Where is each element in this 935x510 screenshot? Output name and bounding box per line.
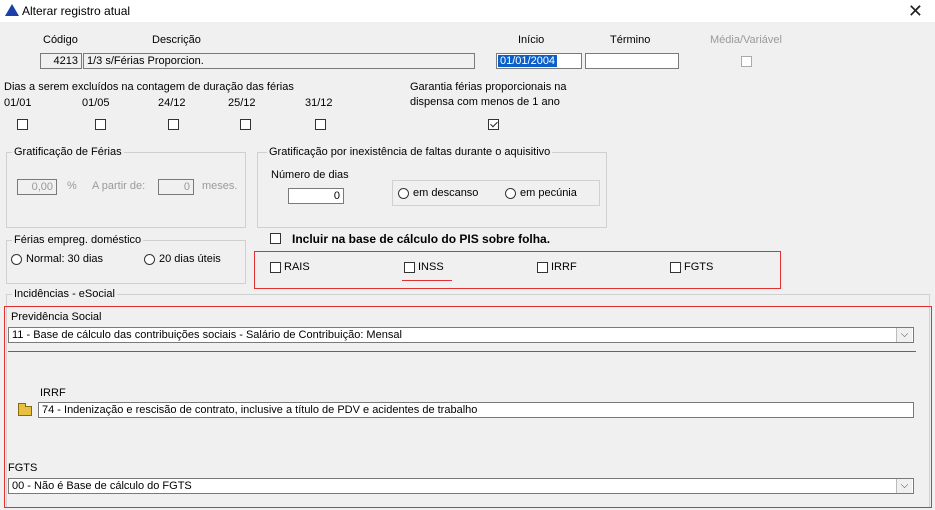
radio-20-dias-uteis-label[interactable]: 20 dias úteis [159,253,221,265]
checkbox-3112[interactable] [315,119,326,130]
irrf-esocial-field[interactable]: 74 - Indenização e rescisão de contrato,… [38,402,914,418]
descricao-label: Descrição [152,34,201,46]
radio-em-pecunia[interactable] [505,188,516,199]
inss-underline [402,280,452,281]
radio-20-dias-uteis[interactable] [144,254,155,265]
inicio-value: 01/01/2004 [498,55,558,67]
date-label-0101: 01/01 [4,97,32,109]
garantia-checkbox[interactable] [488,119,499,130]
date-label-2512: 25/12 [228,97,256,109]
previdencia-value: 11 - Base de cálculo das contribuições s… [12,329,402,341]
previdencia-underline [8,351,916,352]
date-label-3112: 31/12 [305,97,333,109]
irrf-checkbox[interactable] [537,262,548,273]
radio-normal-30-dias-label[interactable]: Normal: 30 dias [26,253,103,265]
rais-checkbox[interactable] [270,262,281,273]
app-icon [5,4,19,16]
fgts-esocial-value: 00 - Não é Base de cálculo do FGTS [12,480,192,492]
previdencia-combobox[interactable]: 11 - Base de cálculo das contribuições s… [8,327,914,343]
fgts-label: FGTS [684,261,714,273]
inicio-label: Início [518,34,545,46]
inicio-field[interactable]: 01/01/2004 [496,53,582,69]
codigo-field[interactable]: 4213 [40,53,82,69]
irrf-esocial-label: IRRF [40,387,66,399]
close-icon[interactable]: ✕ [908,1,923,22]
fgts-esocial-combobox[interactable]: 00 - Não é Base de cálculo do FGTS ⌵ [8,478,914,494]
percent-symbol: % [67,180,77,192]
dias-excluidos-label: Dias a serem excluídos na contagem de du… [4,81,294,93]
pis-checkbox[interactable] [270,233,281,244]
dialog-body: Código Descrição Início Término Média/Va… [0,22,935,510]
media-variavel-checkbox[interactable] [741,56,752,67]
checkbox-0105[interactable] [95,119,106,130]
garantia-label-line1: Garantia férias proporcionais na [410,81,567,93]
folder-open-icon[interactable] [18,403,32,416]
checkbox-0101[interactable] [17,119,28,130]
inss-label: INSS [418,261,444,273]
inss-checkbox[interactable] [404,262,415,273]
gratificacao-ferias-title: Gratificação de Férias [12,146,124,158]
gratificacao-percent-field[interactable]: 0,00 [17,179,57,195]
previdencia-label: Previdência Social [11,311,102,323]
codigo-label: Código [43,34,78,46]
numero-dias-field[interactable]: 0 [288,188,344,204]
fgts-checkbox[interactable] [670,262,681,273]
termino-label: Término [610,34,651,46]
chevron-down-icon[interactable]: ⌵ [896,479,912,493]
radio-normal-30-dias[interactable] [11,254,22,265]
meses-field[interactable]: 0 [158,179,194,195]
garantia-label-line2: dispensa com menos de 1 ano [410,96,560,108]
chevron-down-icon[interactable]: ⌵ [896,328,912,342]
radio-em-descanso[interactable] [398,188,409,199]
ferias-domestico-title: Férias empreg. doméstico [12,234,144,246]
title-bar: Alterar registro atual ✕ [0,0,935,22]
media-variavel-label: Média/Variável [710,34,782,46]
fgts-esocial-label: FGTS [8,462,38,474]
checkbox-2412[interactable] [168,119,179,130]
numero-dias-label: Número de dias [271,169,349,181]
esocial-title: Incidências - eSocial [12,288,117,300]
irrf-label: IRRF [551,261,577,273]
date-label-0105: 01/05 [82,97,110,109]
pis-label: Incluir na base de cálculo do PIS sobre … [292,232,551,246]
meses-label: meses. [202,180,238,192]
termino-field[interactable] [585,53,679,69]
radio-em-pecunia-label[interactable]: em pecúnia [520,187,577,199]
rais-label: RAIS [284,261,310,273]
window-title: Alterar registro atual [22,4,131,18]
date-label-2412: 24/12 [158,97,186,109]
descricao-field[interactable]: 1/3 s/Férias Proporcion. [83,53,475,69]
gratificacao-faltas-title: Gratificação por inexistência de faltas … [267,146,553,158]
checkbox-2512[interactable] [240,119,251,130]
a-partir-label: A partir de: [92,180,146,192]
radio-em-descanso-label[interactable]: em descanso [413,187,478,199]
